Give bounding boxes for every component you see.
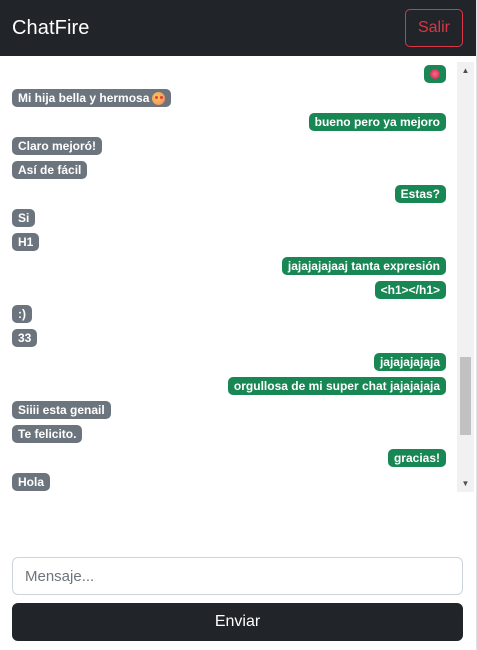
message-list-scrollbar[interactable]: ▲ ▼: [457, 62, 474, 492]
message-row: gracias!: [12, 446, 446, 470]
sent-message-bubble: bueno pero ya mejoro: [308, 113, 446, 131]
message-text: <h1></h1>: [380, 283, 440, 297]
message-row: [12, 62, 446, 86]
received-message-bubble: H1: [12, 233, 40, 251]
logout-button[interactable]: Salir: [404, 9, 463, 47]
received-message-bubble: 33: [12, 329, 38, 347]
navbar: ChatFire Salir: [0, 0, 476, 56]
message-text: Hola: [18, 475, 45, 489]
received-message-bubble: Así de fácil: [12, 161, 88, 179]
message-row: :): [12, 302, 446, 326]
sent-message-bubble: jajajajajaja: [373, 353, 446, 371]
message-text: Así de fácil: [18, 163, 82, 177]
message-row: Mi hija bella y hermosa: [12, 86, 446, 110]
message-text: Te felicito.: [18, 427, 77, 441]
sent-message-bubble: <h1></h1>: [374, 281, 446, 299]
message-text: Mi hija bella y hermosa: [18, 91, 150, 105]
message-row: bueno pero ya mejoro: [12, 110, 446, 134]
message-row: Estas?: [12, 182, 446, 206]
heart-eyes-emoji-icon: [152, 91, 166, 105]
message-text: jajajajajaja: [379, 355, 440, 369]
message-row: Si: [12, 206, 446, 230]
received-message-bubble: Mi hija bella y hermosa: [12, 89, 172, 107]
received-message-bubble: Hola: [12, 473, 51, 491]
message-text: bueno pero ya mejoro: [314, 115, 440, 129]
message-row: Siiii esta genail: [12, 398, 446, 422]
received-message-bubble: Te felicito.: [12, 425, 83, 443]
message-row: Hola: [12, 470, 446, 492]
message-text: Si: [18, 211, 30, 225]
scroll-up-arrow-icon[interactable]: ▲: [457, 62, 474, 79]
message-text: 33: [18, 331, 32, 345]
message-text: orgullosa de mi super chat jajajajaja: [233, 379, 440, 393]
message-text: H1: [18, 235, 34, 249]
sent-message-bubble: Estas?: [394, 185, 446, 203]
received-message-bubble: :): [12, 305, 32, 323]
message-text: gracias!: [393, 451, 440, 465]
sent-message-bubble: [424, 65, 446, 83]
scrollbar-thumb[interactable]: [460, 357, 471, 435]
message-composer: Enviar: [12, 557, 463, 641]
sent-message-bubble: gracias!: [387, 449, 446, 467]
message-row: jajajajajaaj tanta expresión: [12, 254, 446, 278]
heart-emoji-icon: [430, 69, 440, 79]
message-row: Así de fácil: [12, 158, 446, 182]
received-message-bubble: Claro mejoró!: [12, 137, 103, 155]
scroll-down-arrow-icon[interactable]: ▼: [457, 475, 474, 492]
message-row: <h1></h1>: [12, 278, 446, 302]
sent-message-bubble: jajajajajaaj tanta expresión: [281, 257, 446, 275]
message-text: Siiii esta genail: [18, 403, 105, 417]
app-brand: ChatFire: [12, 16, 90, 39]
message-list: Mi hija bella y hermosa bueno pero ya mej…: [12, 62, 446, 492]
received-message-bubble: Si: [12, 209, 36, 227]
message-row: orgullosa de mi super chat jajajajaja: [12, 374, 446, 398]
message-row: H1: [12, 230, 446, 254]
message-list-container[interactable]: Mi hija bella y hermosa bueno pero ya mej…: [0, 62, 474, 492]
message-row: Claro mejoró!: [12, 134, 446, 158]
message-text: jajajajajaaj tanta expresión: [287, 259, 440, 273]
send-button[interactable]: Enviar: [12, 603, 463, 641]
message-row: 33: [12, 326, 446, 350]
message-text: Estas?: [400, 187, 440, 201]
message-row: jajajajajaja: [12, 350, 446, 374]
chat-app: ChatFire Salir Mi hija bella y hermosa bu…: [0, 0, 477, 650]
message-input[interactable]: [12, 557, 463, 595]
sent-message-bubble: orgullosa de mi super chat jajajajaja: [227, 377, 446, 395]
message-text: Claro mejoró!: [18, 139, 97, 153]
received-message-bubble: Siiii esta genail: [12, 401, 111, 419]
message-row: Te felicito.: [12, 422, 446, 446]
message-text: :): [18, 307, 26, 321]
